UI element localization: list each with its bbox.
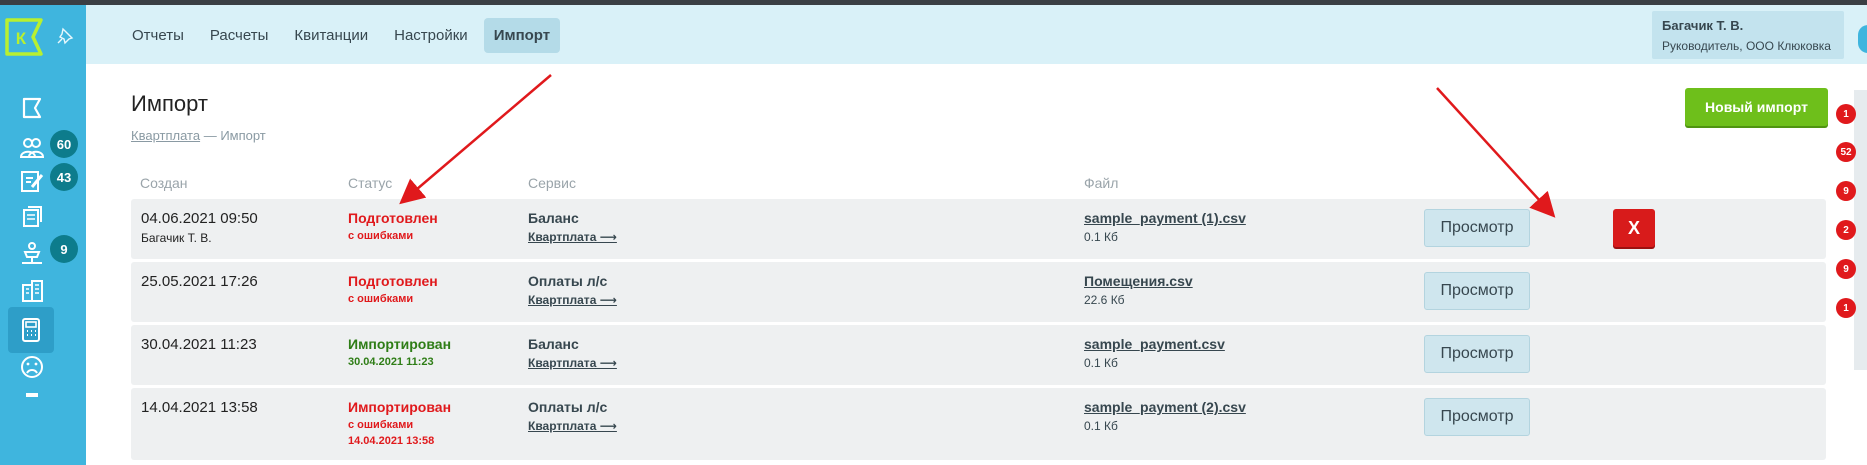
status-text: Подготовлен	[348, 210, 438, 226]
status-subtext: с ошибками	[348, 293, 414, 305]
file-link[interactable]: sample_payment.csv	[1084, 336, 1225, 352]
payments-count-badge: 9	[50, 235, 78, 263]
tab-calculations[interactable]: Расчеты	[200, 18, 279, 53]
user-role: Руководитель, ООО Клюковка	[1662, 39, 1831, 53]
service-cell: Баланс Квартплата ⟶	[528, 336, 617, 370]
file-cell: sample_payment (2).csv 0.1 Кб	[1084, 399, 1246, 433]
file-cell: sample_payment (1).csv 0.1 Кб	[1084, 210, 1246, 244]
view-button[interactable]: Просмотр	[1424, 209, 1530, 247]
column-header-created: Создан	[140, 175, 188, 191]
file-link[interactable]: sample_payment (2).csv	[1084, 399, 1246, 415]
service-cell: Оплаты л/с Квартплата ⟶	[528, 273, 617, 307]
status-subtext: 30.04.2021 11:23	[348, 356, 434, 368]
service-name: Баланс	[528, 336, 579, 352]
created-cell: 14.04.2021 13:58	[141, 399, 258, 416]
service-cell: Оплаты л/с Квартплата ⟶	[528, 399, 617, 433]
status-text: Импортирован	[348, 399, 452, 415]
breadcrumb: Квартплата — Импорт	[131, 128, 266, 143]
file-size: 0.1 Кб	[1084, 356, 1118, 370]
new-import-button[interactable]: Новый импорт	[1685, 88, 1828, 126]
service-link[interactable]: Квартплата ⟶	[528, 230, 617, 244]
service-cell: Баланс Квартплата ⟶	[528, 210, 617, 244]
nav-residents-icon[interactable]	[14, 130, 50, 166]
nav-documents-icon[interactable]	[14, 198, 50, 234]
app-logo[interactable]: К	[4, 17, 44, 57]
view-button[interactable]: Просмотр	[1424, 272, 1530, 310]
tab-import[interactable]: Импорт	[483, 18, 561, 53]
requests-count-badge: 43	[50, 163, 78, 191]
file-link[interactable]: sample_payment (1).csv	[1084, 210, 1246, 226]
service-name: Оплаты л/с	[528, 399, 608, 415]
view-button[interactable]: Просмотр	[1424, 398, 1530, 436]
status-text: Импортирован	[348, 336, 452, 352]
service-name: Баланс	[528, 210, 579, 226]
header-nav: Отчеты Расчеты Квитанции Настройки Импор…	[122, 18, 561, 53]
file-size: 0.1 Кб	[1084, 230, 1118, 244]
status-date: 14.04.2021 13:58	[348, 435, 435, 447]
status-text: Подготовлен	[348, 273, 438, 289]
status-cell: Подготовлен с ошибками	[348, 273, 438, 305]
svg-text:К: К	[16, 29, 27, 48]
nav-complaints-icon[interactable]	[14, 349, 50, 385]
pin-icon[interactable]	[56, 27, 74, 45]
status-cell: Подготовлен с ошибками	[348, 210, 438, 242]
service-link[interactable]: Квартплата ⟶	[528, 356, 617, 370]
status-cell: Импортирован с ошибками 14.04.2021 13:58	[348, 399, 451, 447]
column-header-status: Статус	[348, 175, 393, 191]
arrow-to-view-button	[1436, 87, 1556, 218]
created-date: 04.06.2021 09:50	[141, 210, 258, 227]
status-subtext: с ошибками	[348, 419, 414, 431]
file-cell: sample_payment.csv 0.1 Кб	[1084, 336, 1225, 370]
service-link[interactable]: Квартплата ⟶	[528, 419, 617, 433]
created-date: 14.04.2021 13:58	[141, 399, 258, 416]
file-size: 0.1 Кб	[1084, 419, 1118, 433]
user-name: Багачик Т. В.	[1662, 18, 1744, 33]
tab-receipts[interactable]: Квитанции	[284, 18, 378, 53]
notification-badge[interactable]: 9	[1836, 259, 1856, 279]
created-cell: 30.04.2021 11:23	[141, 336, 257, 353]
column-header-service: Сервис	[528, 175, 576, 191]
notification-badge[interactable]: 9	[1836, 181, 1856, 201]
file-cell: Помещения.csv 22.6 Кб	[1084, 273, 1193, 307]
nav-more-icon[interactable]	[14, 385, 50, 421]
service-link[interactable]: Квартплата ⟶	[528, 293, 617, 307]
status-subtext: с ошибками	[348, 230, 414, 242]
breadcrumb-separator: —	[200, 128, 221, 143]
nav-flag-icon[interactable]	[14, 91, 50, 127]
view-button[interactable]: Просмотр	[1424, 335, 1530, 373]
notification-badge[interactable]: 1	[1836, 104, 1856, 124]
created-date: 25.05.2021 17:26	[141, 273, 258, 290]
created-date: 30.04.2021 11:23	[141, 336, 257, 353]
column-header-file: Файл	[1084, 175, 1119, 191]
residents-count-badge: 60	[50, 130, 78, 158]
status-cell: Импортирован 30.04.2021 11:23	[348, 336, 451, 368]
top-header: Отчеты Расчеты Квитанции Настройки Импор…	[86, 5, 1867, 64]
user-box[interactable]: Багачик Т. В. Руководитель, ООО Клюковка	[1652, 11, 1844, 59]
logo-row: К	[0, 5, 86, 63]
created-cell: 04.06.2021 09:50 Багачик Т. В.	[141, 210, 258, 245]
nav-requests-icon[interactable]	[14, 163, 50, 199]
file-link[interactable]: Помещения.csv	[1084, 273, 1193, 289]
delete-button[interactable]: X	[1613, 209, 1655, 247]
sidebar: К 60 43 9	[0, 5, 86, 465]
notification-badge[interactable]: 52	[1836, 142, 1856, 162]
nav-calculator-icon[interactable]	[8, 307, 54, 353]
page-title: Импорт	[131, 91, 208, 116]
service-name: Оплаты л/с	[528, 273, 608, 289]
created-cell: 25.05.2021 17:26	[141, 273, 258, 290]
avatar[interactable]	[1858, 25, 1867, 53]
nav-payments-icon[interactable]	[14, 235, 50, 271]
file-size: 22.6 Кб	[1084, 293, 1125, 307]
notification-badge[interactable]: 2	[1836, 220, 1856, 240]
tab-settings[interactable]: Настройки	[384, 18, 478, 53]
breadcrumb-current: Импорт	[220, 128, 266, 143]
notification-badge[interactable]: 1	[1836, 298, 1856, 318]
breadcrumb-root-link[interactable]: Квартплата	[131, 128, 200, 143]
nav-buildings-icon[interactable]	[14, 273, 50, 309]
tab-reports[interactable]: Отчеты	[122, 18, 194, 53]
created-by: Багачик Т. В.	[141, 231, 212, 245]
